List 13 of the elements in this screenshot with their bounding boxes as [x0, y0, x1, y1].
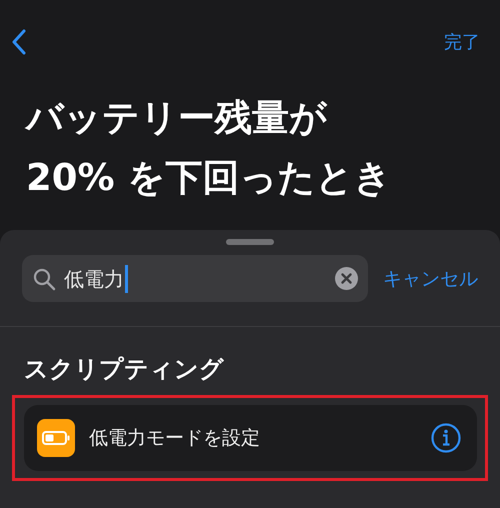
- info-icon[interactable]: [431, 423, 461, 453]
- page-title: バッテリー残量が: [26, 95, 327, 141]
- search-field[interactable]: 低電力: [22, 255, 368, 302]
- back-icon: [12, 29, 26, 55]
- page-title: 20% を下回ったとき: [26, 155, 392, 201]
- clear-icon[interactable]: [335, 267, 358, 290]
- section-header: スクリプティング: [23, 354, 224, 385]
- search-icon: [32, 266, 56, 290]
- done-button[interactable]: 完了: [444, 30, 480, 54]
- action-row[interactable]: 低電力モードを設定: [24, 405, 477, 471]
- cancel-button[interactable]: キャンセル: [383, 266, 478, 292]
- battery-icon: [37, 419, 75, 457]
- sheet-handle[interactable]: [226, 239, 274, 245]
